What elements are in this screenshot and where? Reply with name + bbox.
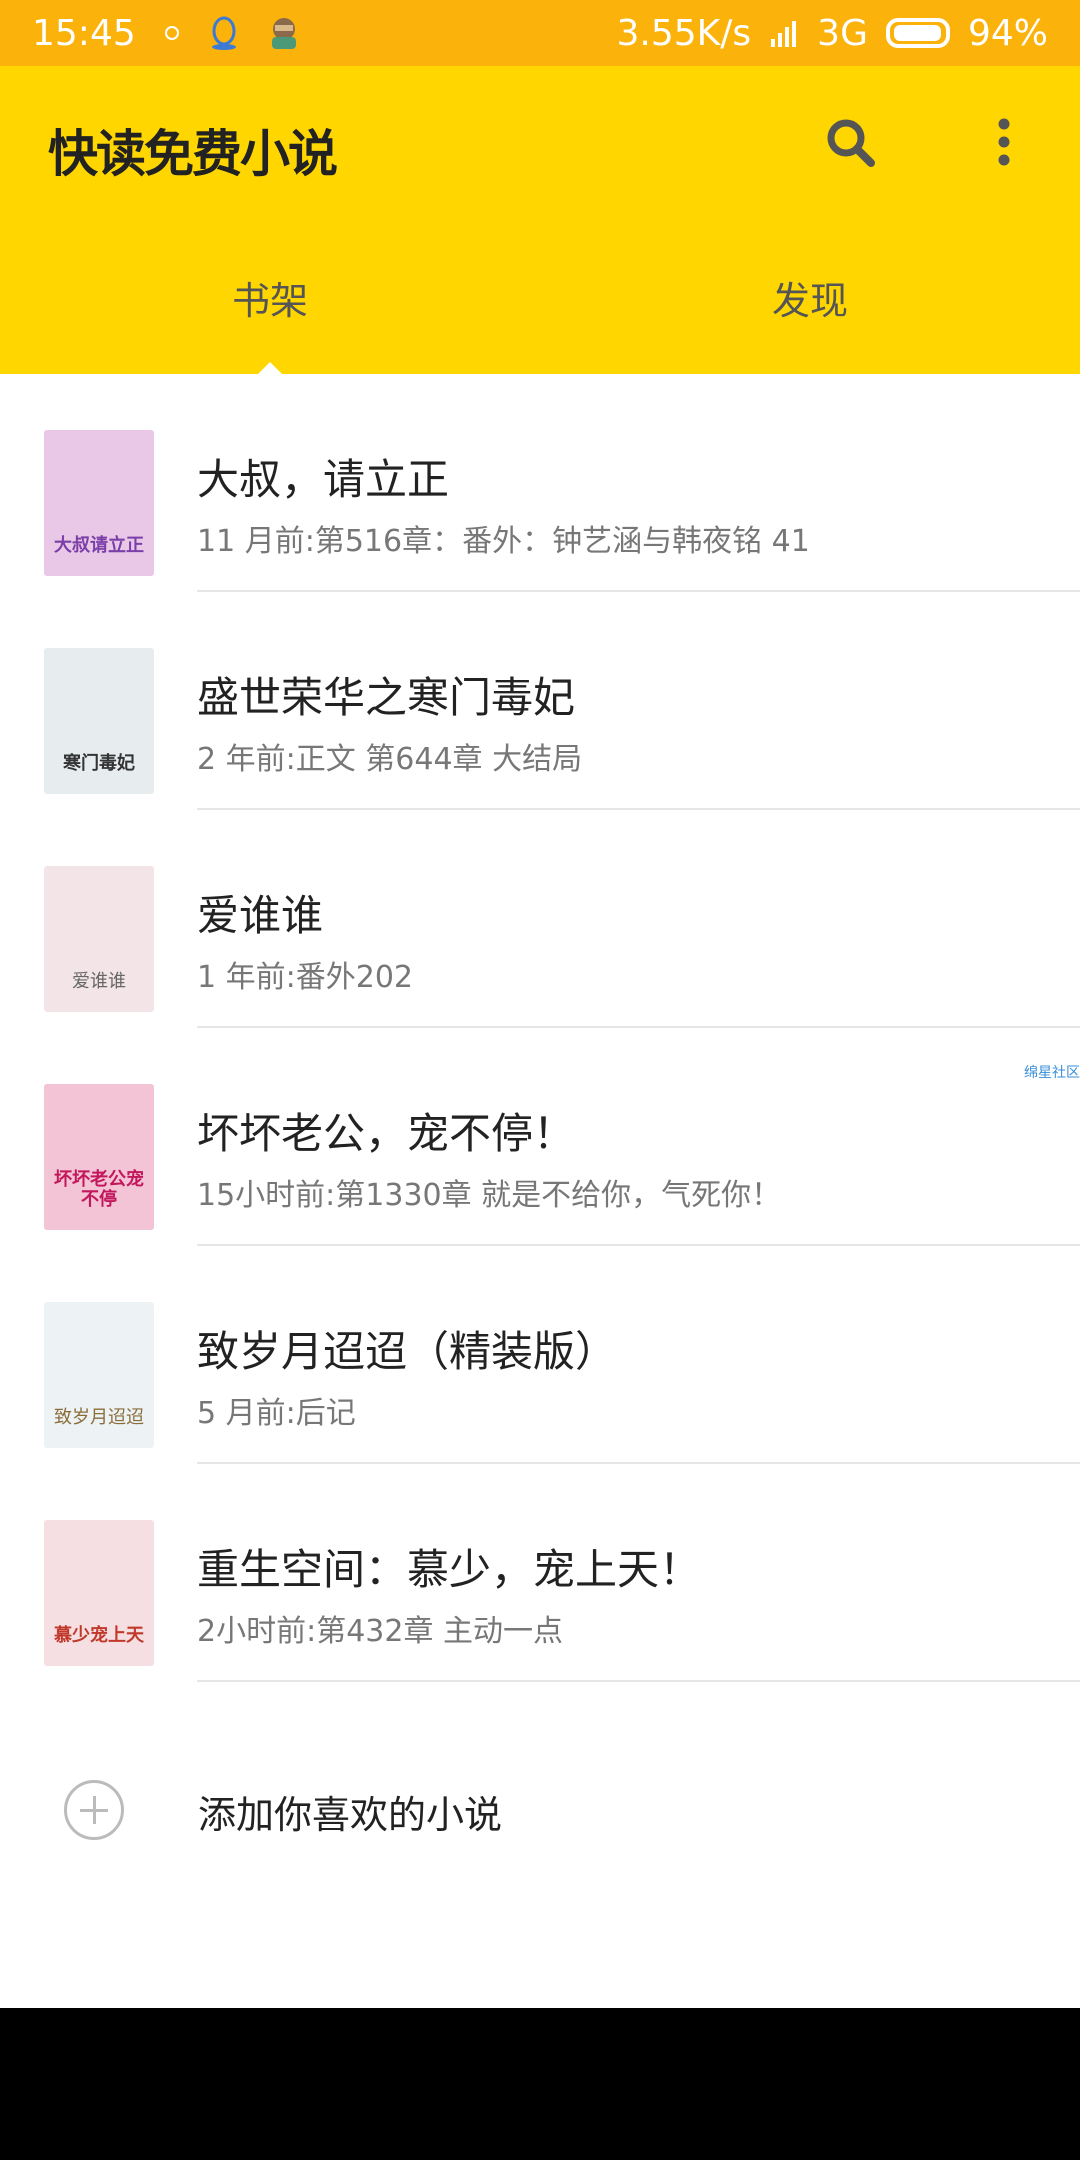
book-title: 大叔，请立正 (197, 455, 450, 504)
tab-bookshelf-label: 书架 (231, 279, 308, 323)
battery-percent: 94% (967, 12, 1048, 54)
battery-icon (885, 18, 950, 48)
book-item[interactable]: 爱谁谁 爱谁谁 1 年前:番外202 (0, 810, 1080, 1028)
search-button[interactable] (820, 112, 880, 172)
more-options-button[interactable] (976, 112, 1032, 172)
divider (197, 1680, 1080, 1682)
book-item[interactable]: 坏坏老公宠不停 坏坏老公，宠不停！ 15小时前:第1330章 就是不给你，气死你… (0, 1028, 1080, 1246)
app-bar: 快读免费小说 书架 发现 (0, 66, 1080, 376)
book-cover: 爱谁谁 (44, 866, 154, 1012)
book-title: 坏坏老公，宠不停！ (197, 1109, 576, 1158)
cover-title-art: 大叔请立正 (54, 535, 144, 556)
more-vert-icon (998, 118, 1010, 166)
book-title: 盛世荣华之寒门毒妃 (197, 673, 576, 722)
book-latest-chapter: 2小时前:第432章 主动一点 (197, 1614, 563, 1649)
book-latest-chapter: 11 月前:第516章：番外：钟艺涵与韩夜铭 41 (197, 524, 810, 559)
book-item[interactable]: 慕少宠上天 重生空间：慕少，宠上天！ 2小时前:第432章 主动一点 (0, 1464, 1080, 1682)
book-item[interactable]: 致岁月迢迢 致岁月迢迢（精装版） 5 月前:后记 (0, 1246, 1080, 1464)
book-item[interactable]: 大叔请立正 大叔，请立正 11 月前:第516章：番外：钟艺涵与韩夜铭 41 (0, 374, 1080, 592)
tab-discover-label: 发现 (771, 279, 848, 323)
signal-icon (769, 19, 799, 47)
system-navigation-bar (0, 2008, 1080, 2160)
cover-title-art: 坏坏老公宠不停 (54, 1169, 144, 1210)
book-latest-chapter: 5 月前:后记 (197, 1396, 356, 1431)
book-latest-chapter: 2 年前:正文 第644章 大结局 (197, 742, 583, 777)
add-book-row[interactable]: 添加你喜欢的小说 (0, 1718, 1080, 1902)
book-item[interactable]: 寒门毒妃 盛世荣华之寒门毒妃 2 年前:正文 第644章 大结局 (0, 592, 1080, 810)
search-icon (827, 119, 875, 167)
tab-bookshelf[interactable]: 书架 (0, 256, 540, 374)
book-latest-chapter: 15小时前:第1330章 就是不给你，气死你！ (197, 1178, 782, 1213)
network-type: 3G (817, 12, 868, 54)
tab-discover[interactable]: 发现 (540, 256, 1080, 374)
qq-icon (208, 15, 240, 51)
add-book-label: 添加你喜欢的小说 (198, 1793, 503, 1837)
status-time: 15:45 (32, 12, 136, 54)
notification-dot-icon (162, 23, 182, 43)
book-title: 致岁月迢迢（精装版） (197, 1327, 618, 1376)
add-circle-icon[interactable] (64, 1780, 124, 1840)
book-title: 重生空间：慕少，宠上天！ (197, 1545, 702, 1594)
book-latest-chapter: 1 年前:番外202 (197, 960, 413, 995)
book-list: 大叔请立正 大叔，请立正 11 月前:第516章：番外：钟艺涵与韩夜铭 41 寒… (0, 374, 1080, 1682)
book-cover: 慕少宠上天 (44, 1520, 154, 1666)
network-speed: 3.55K/s (616, 12, 752, 54)
cover-title-art: 慕少宠上天 (54, 1625, 144, 1646)
ad-tag[interactable]: 绵星社区 (1024, 1062, 1080, 1082)
monkey-icon (266, 15, 302, 51)
status-bar: 15:45 3.55K/s 3G 94% (0, 0, 1080, 66)
tab-bar: 书架 发现 (0, 256, 1080, 374)
cover-title-art: 致岁月迢迢 (54, 1407, 144, 1428)
cover-title-art: 寒门毒妃 (63, 753, 135, 774)
app-title: 快读免费小说 (48, 125, 338, 183)
cover-title-art: 爱谁谁 (72, 971, 126, 992)
book-cover: 大叔请立正 (44, 430, 154, 576)
book-cover: 坏坏老公宠不停 (44, 1084, 154, 1230)
book-cover: 致岁月迢迢 (44, 1302, 154, 1448)
book-title: 爱谁谁 (197, 891, 324, 940)
book-cover: 寒门毒妃 (44, 648, 154, 794)
